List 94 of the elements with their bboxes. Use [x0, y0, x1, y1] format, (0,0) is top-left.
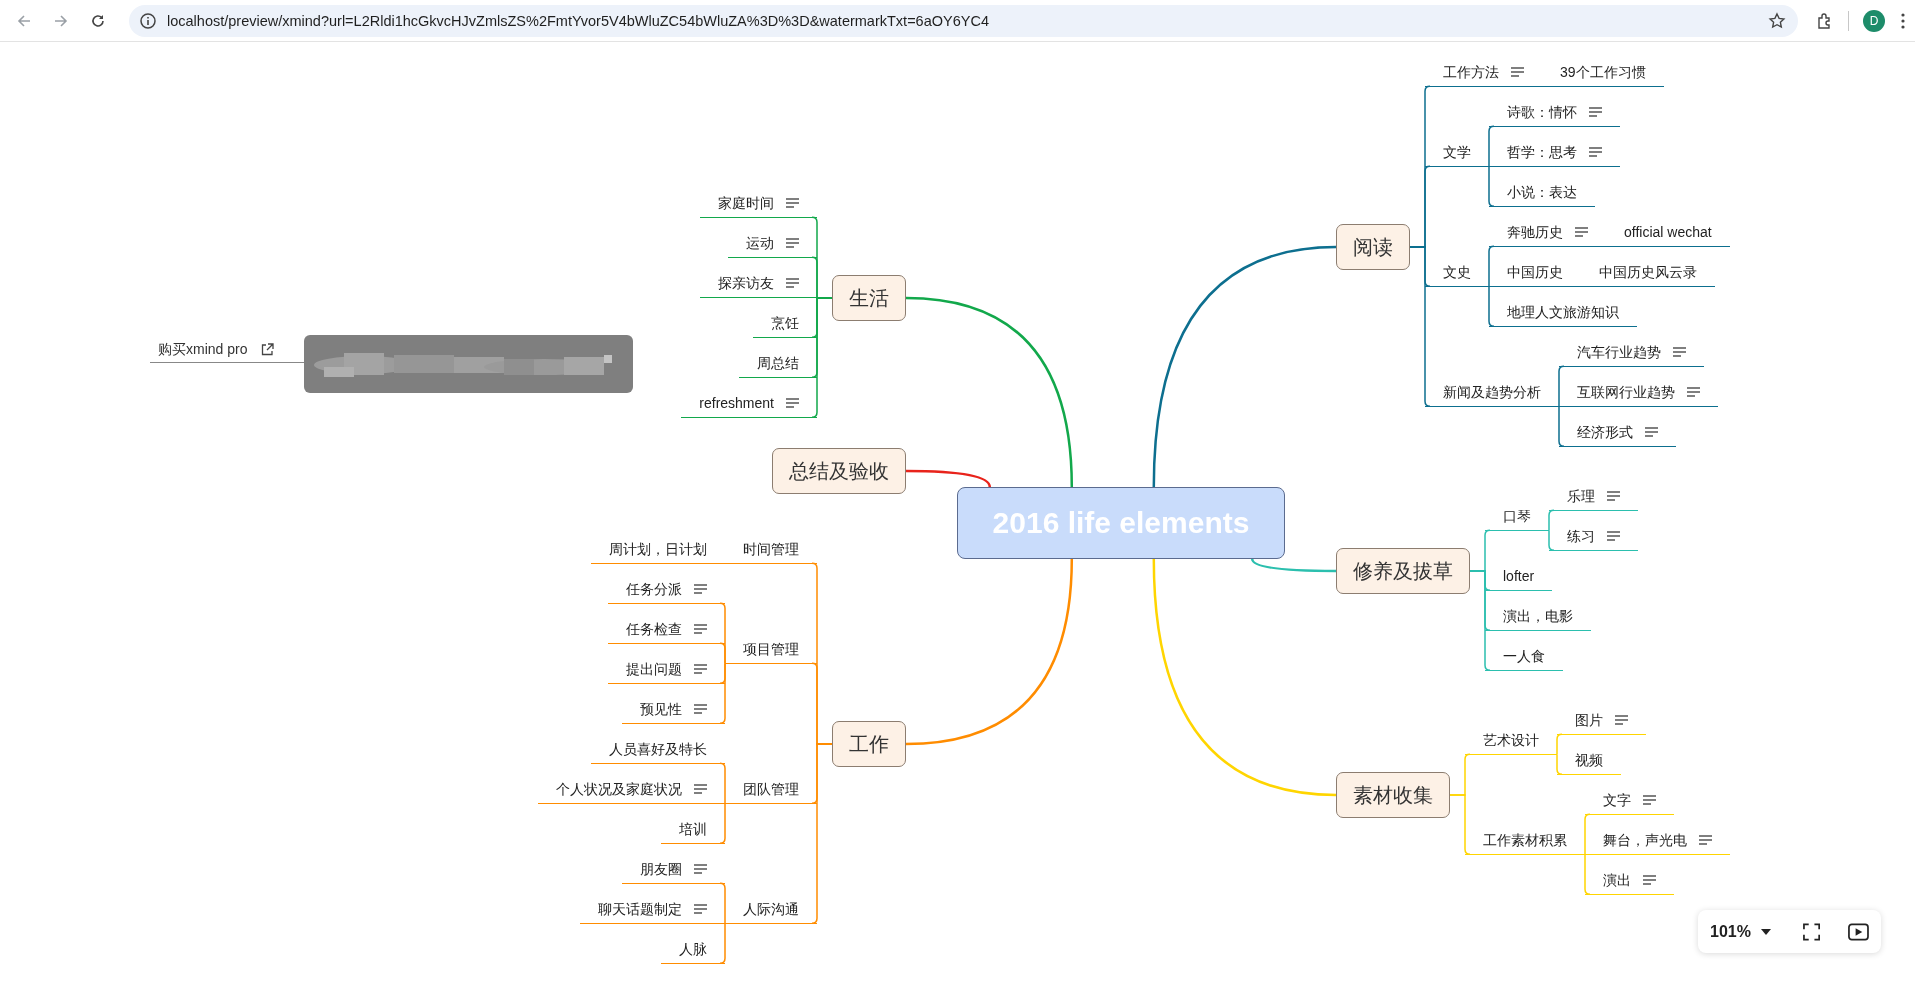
- notes-icon: [1699, 834, 1712, 845]
- subtopic-text: lofter: [1503, 566, 1535, 586]
- main-topic: 工作: [832, 721, 906, 767]
- subtopic-text: 烹饪: [771, 313, 799, 333]
- subtopic-text: 预见性: [640, 699, 682, 719]
- notes-icon: [1607, 490, 1620, 501]
- subtopic-text: 乐理: [1567, 486, 1595, 506]
- notes-icon: [786, 277, 799, 288]
- subtopic-text: 团队管理: [743, 779, 799, 799]
- reload-icon[interactable]: [90, 12, 106, 29]
- subtopic-text: 练习: [1567, 526, 1595, 546]
- subtopic-text: refreshment: [699, 393, 774, 413]
- notes-icon: [694, 703, 707, 714]
- subtopic-text: 奔驰历史: [1507, 222, 1563, 242]
- back-icon[interactable]: [16, 12, 32, 29]
- main-topic: 总结及验收: [772, 448, 906, 494]
- subtopic-text: 家庭时间: [718, 193, 774, 213]
- main-topic: 修养及拔草: [1336, 548, 1470, 594]
- notes-icon: [694, 903, 707, 914]
- subtopic-text: 文字: [1603, 790, 1631, 810]
- subtopic-text: 人脉: [679, 939, 707, 959]
- notes-icon: [694, 663, 707, 674]
- subtopic-text: 探亲访友: [718, 273, 774, 293]
- subtopic-text: 演出: [1603, 870, 1631, 890]
- subtopic-text: 个人状况及家庭状况: [556, 779, 682, 799]
- play-icon[interactable]: [1848, 922, 1869, 941]
- subtopic-text: 汽车行业趋势: [1577, 342, 1661, 362]
- notes-icon: [1511, 66, 1524, 77]
- subtopic-text: 周计划，日计划: [609, 539, 707, 559]
- notes-icon: [1607, 530, 1620, 541]
- star-icon[interactable]: [1768, 11, 1786, 30]
- notes-icon: [694, 583, 707, 594]
- subtopic-text: 周总结: [757, 353, 799, 373]
- notes-icon: [1643, 874, 1656, 885]
- notes-icon: [694, 863, 707, 874]
- subtopic-text: 口琴: [1503, 506, 1531, 526]
- subtopic-text: 诗歌：情怀: [1507, 102, 1577, 122]
- subtopic-text: 中国历史: [1507, 262, 1563, 282]
- notes-icon: [1589, 106, 1602, 117]
- subtopic-text: 时间管理: [743, 539, 799, 559]
- notes-icon: [786, 237, 799, 248]
- fullscreen-icon[interactable]: [1802, 922, 1821, 941]
- notes-icon: [1673, 346, 1686, 357]
- subtopic-text: 朋友圈: [640, 859, 682, 879]
- notes-icon: [786, 397, 799, 408]
- notes-icon: [1643, 794, 1656, 805]
- subtopic-text: 舞台，声光电: [1603, 830, 1687, 850]
- subtopic-text: 培训: [679, 819, 707, 839]
- notes-icon: [1687, 386, 1700, 397]
- notes-icon: [1615, 714, 1628, 725]
- notes-icon: [694, 623, 707, 634]
- subtopic-text: 工作方法: [1443, 62, 1499, 82]
- subtopic-text: 中国历史风云录: [1599, 262, 1697, 282]
- forward-icon[interactable]: [53, 12, 69, 29]
- main-topic: 素材收集: [1336, 772, 1450, 818]
- subtopic-text: 人员喜好及特长: [609, 739, 707, 759]
- info-icon[interactable]: [139, 11, 157, 30]
- subtopic-text: 图片: [1575, 710, 1603, 730]
- subtopic-text: 聊天话题制定: [598, 899, 682, 919]
- subtopic-text: 新闻及趋势分析: [1443, 382, 1541, 402]
- subtopic-text: 提出问题: [626, 659, 682, 679]
- subtopic-text: 任务分派: [626, 579, 682, 599]
- subtopic-text: 39个工作习惯: [1560, 62, 1646, 82]
- url-text: localhost/preview/xmind?url=L2Rldi1hcGkvcHJvZmlsZS%2FmtYvor5V4bWluZC54bWluZA%3D%3D&watermarkTxt=6aOY6YC4: [167, 12, 990, 29]
- notes-icon: [786, 197, 799, 208]
- subtopic-text: 地理人文旅游知识: [1507, 302, 1619, 322]
- subtopic-text: 任务检查: [626, 619, 682, 639]
- notes-icon: [1589, 146, 1602, 157]
- subtopic-text: 项目管理: [743, 639, 799, 659]
- subtopic-text: 一人食: [1503, 646, 1545, 666]
- subtopic-text: 艺术设计: [1483, 730, 1539, 750]
- subtopic-text: 运动: [746, 233, 774, 253]
- subtopic-text: 互联网行业趋势: [1577, 382, 1675, 402]
- profile-avatar[interactable]: D: [1863, 9, 1885, 32]
- subtopic-text: official wechat: [1624, 222, 1712, 242]
- subtopic-text: 文史: [1443, 262, 1471, 282]
- main-topic: 阅读: [1336, 224, 1410, 270]
- caret-icon: [1760, 928, 1771, 935]
- subtopic-text: 经济形式: [1577, 422, 1633, 442]
- notes-icon: [1575, 226, 1588, 237]
- address-bar[interactable]: localhost/preview/xmind?url=L2Rldi1hcGkvcHJvZmlsZS%2FmtYvor5V4bWluZC54bWluZA%3D%3D&watermarkTxt=6aOY6YC4: [129, 4, 1798, 37]
- menu-icon[interactable]: [1901, 12, 1905, 29]
- subtopic-text: 小说：表达: [1507, 182, 1577, 202]
- subtopic-text: 人际沟通: [743, 899, 799, 919]
- main-topic: 生活: [832, 275, 906, 321]
- subtopic-text: 哲学：思考: [1507, 142, 1577, 162]
- external-link-icon: [261, 343, 275, 356]
- subtopic-text: 文学: [1443, 142, 1471, 162]
- notes-icon: [694, 783, 707, 794]
- subtopic-text: 演出，电影: [1503, 606, 1573, 626]
- zoom-level-button[interactable]: 101%: [1710, 922, 1771, 941]
- subtopic-text: 工作素材积累: [1483, 830, 1567, 850]
- notes-icon: [1645, 426, 1658, 437]
- subtopic-text: 视频: [1575, 750, 1603, 770]
